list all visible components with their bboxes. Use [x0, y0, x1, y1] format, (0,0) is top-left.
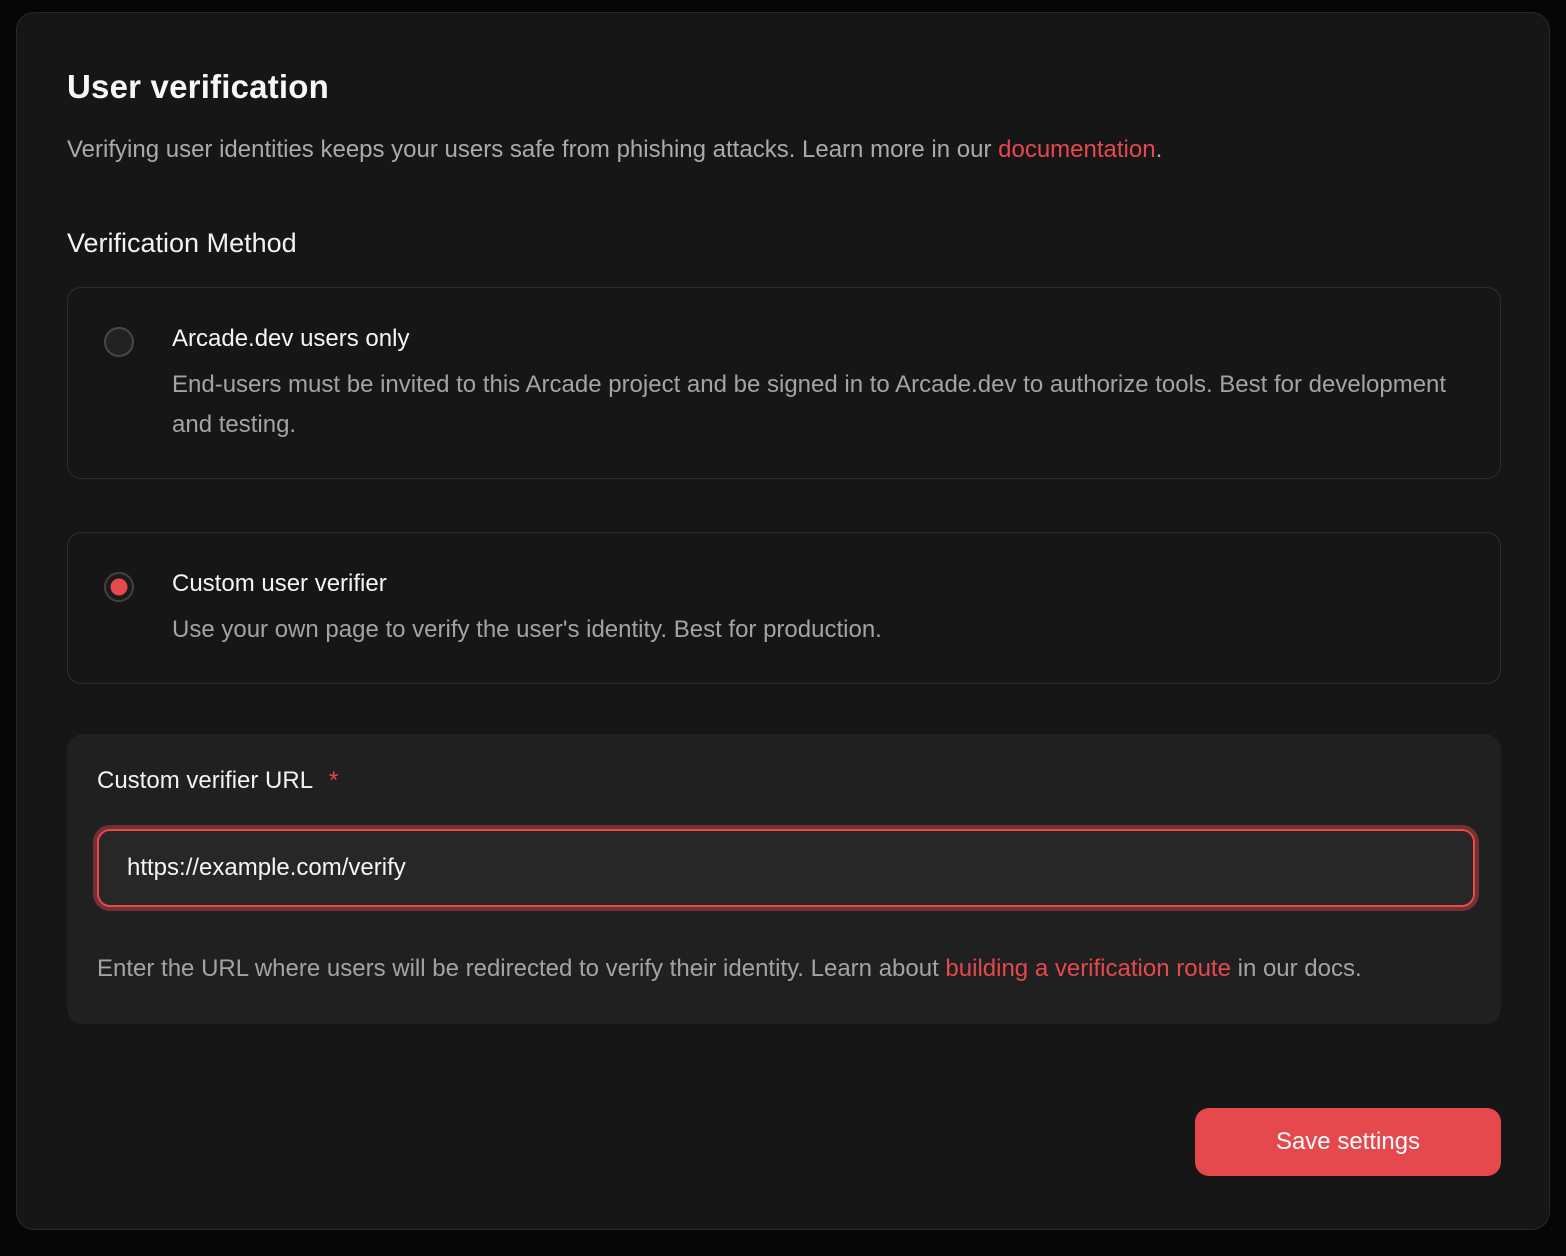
page-title: User verification [67, 67, 1499, 107]
page-description-period: . [1156, 136, 1163, 163]
custom-verifier-url-label-row: Custom verifier URL * [97, 767, 1471, 795]
help-text-end: in our docs. [1231, 955, 1362, 982]
option-custom-user-verifier-text: Custom user verifier Use your own page t… [172, 568, 882, 650]
option-description: End-users must be invited to this Arcade… [172, 365, 1464, 445]
verification-method-heading: Verification Method [67, 228, 1499, 259]
required-asterisk: * [329, 767, 338, 795]
radio-custom-user-verifier[interactable] [104, 572, 134, 602]
user-verification-settings-card: User verification Verifying user identit… [16, 12, 1550, 1230]
option-label: Arcade.dev users only [172, 323, 1464, 354]
building-verification-route-link[interactable]: building a verification route [945, 955, 1231, 982]
radio-arcade-users-only[interactable] [104, 327, 134, 357]
help-text: Enter the URL where users will be redire… [97, 955, 945, 982]
documentation-link[interactable]: documentation [998, 136, 1155, 163]
option-label: Custom user verifier [172, 568, 882, 599]
option-arcade-users-only[interactable]: Arcade.dev users only End-users must be … [67, 287, 1501, 479]
option-custom-user-verifier[interactable]: Custom user verifier Use your own page t… [67, 532, 1501, 684]
option-arcade-users-only-text: Arcade.dev users only End-users must be … [172, 323, 1464, 445]
footer-actions: Save settings [67, 1108, 1501, 1176]
save-settings-button[interactable]: Save settings [1195, 1108, 1501, 1176]
option-description: Use your own page to verify the user's i… [172, 610, 882, 650]
custom-verifier-url-label: Custom verifier URL [97, 767, 313, 795]
page-description-text: Verifying user identities keeps your use… [67, 136, 998, 163]
custom-verifier-url-help: Enter the URL where users will be redire… [97, 949, 1467, 989]
page-description: Verifying user identities keeps your use… [67, 131, 1499, 168]
custom-verifier-url-panel: Custom verifier URL * Enter the URL wher… [67, 734, 1501, 1024]
custom-verifier-url-input[interactable] [97, 829, 1475, 907]
